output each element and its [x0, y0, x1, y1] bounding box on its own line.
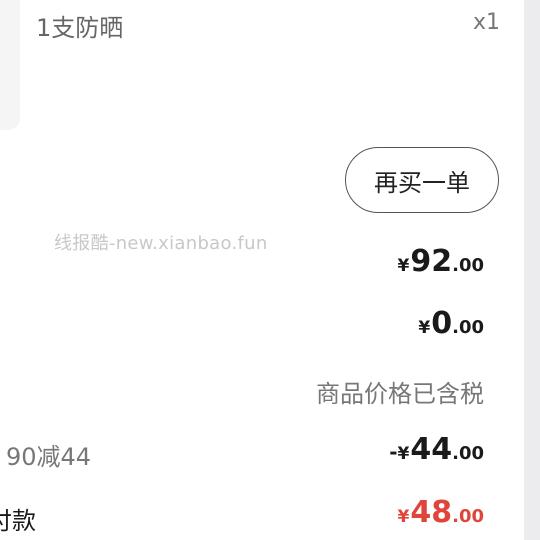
amount-decimal: .00: [452, 506, 484, 527]
watermark-text: 线报酷-new.xianbao.fun: [54, 233, 268, 254]
amount-integer: 48: [410, 495, 453, 530]
product-quantity: x1: [472, 10, 500, 35]
rebuy-button[interactable]: 再买一单: [345, 147, 499, 213]
amount-integer: 44: [410, 432, 453, 467]
amount-integer: 0: [431, 306, 453, 341]
order-detail-card: 1支防晒 x1 再买一单 线报酷-new.xianbao.fun ¥ 92 .0…: [0, 0, 524, 540]
discount-label-text: 90减44: [6, 443, 92, 471]
shipping-amount: ¥ 0 .00: [418, 306, 484, 341]
currency-symbol: ¥: [397, 444, 410, 464]
amount-decimal: .00: [452, 443, 484, 464]
currency-symbol: ¥: [397, 507, 410, 527]
product-name: 1支防晒: [36, 14, 124, 42]
discount-amount: - ¥ 44 .00: [389, 432, 484, 467]
amount-decimal: .00: [452, 255, 484, 276]
currency-symbol: ¥: [418, 318, 431, 338]
goods-total-amount: ¥ 92 .00: [398, 244, 484, 279]
amount-integer: 92: [410, 244, 453, 279]
paid-amount: ¥ 48 .00: [398, 495, 484, 530]
tax-included-note: 商品价格已含税: [316, 380, 484, 408]
paid-label: 付款: [0, 507, 36, 535]
currency-symbol: ¥: [397, 256, 410, 276]
amount-decimal: .00: [452, 317, 484, 338]
minus-sign: -: [389, 440, 398, 464]
product-thumbnail-area: [0, 0, 20, 130]
discount-label: 90减44: [0, 437, 91, 472]
